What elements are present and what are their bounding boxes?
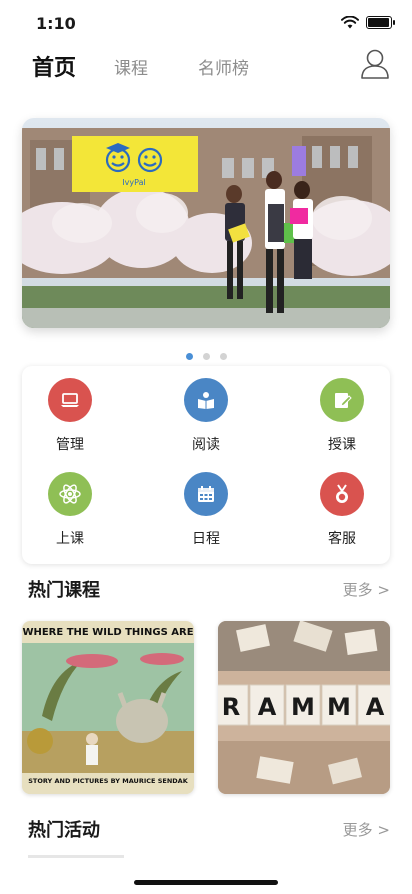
tile-letter-5: A <box>366 693 385 721</box>
hot-courses-title: 热门课程 <box>28 580 100 601</box>
hot-activities-more-link[interactable]: 更多 > <box>343 819 390 840</box>
function-grid: 管理 阅读 授课 上课 日程 客服 <box>22 366 390 564</box>
battery-icon <box>366 16 395 29</box>
function-class[interactable]: 上课 <box>22 472 118 548</box>
hot-activities-title: 热门活动 <box>28 820 100 841</box>
course-card-grammar[interactable]: R A M M A <box>218 621 390 794</box>
tile-letter-4: M <box>327 693 351 721</box>
function-reading[interactable]: 阅读 <box>158 378 254 454</box>
course-cover-grammar: R A M M A <box>218 621 390 794</box>
tile-letter-2: A <box>258 693 277 721</box>
wifi-icon <box>341 16 359 29</box>
banner-logo-text: IvyPal <box>122 178 145 187</box>
top-nav: 首页 课程 名师榜 <box>0 46 412 90</box>
hot-activities-header: 热门活动 更多 > <box>28 816 390 842</box>
course-cover-title: WHERE THE WILD THINGS ARE <box>22 627 193 638</box>
tab-home[interactable]: 首页 <box>32 50 76 82</box>
course-card-wild-things[interactable]: WHERE THE WILD THINGS ARE STORY AND PICT… <box>22 621 194 794</box>
banner-image: IvyPal <box>22 118 390 328</box>
carousel-dot-3[interactable] <box>219 353 227 360</box>
hot-courses-more-link[interactable]: 更多 > <box>343 579 390 600</box>
carousel-dots <box>0 353 412 360</box>
medal-icon <box>320 472 364 516</box>
edit-note-icon <box>320 378 364 422</box>
carousel-dot-1[interactable] <box>185 353 193 360</box>
course-cover-author: STORY AND PICTURES BY MAURICE SENDAK <box>28 777 188 785</box>
function-support[interactable]: 客服 <box>294 472 390 548</box>
tile-letter-1: R <box>222 693 240 721</box>
atom-icon <box>48 472 92 516</box>
tile-letter-3: M <box>291 693 315 721</box>
activity-card-peek <box>28 855 124 858</box>
carousel-dot-2[interactable] <box>202 353 210 360</box>
tab-courses[interactable]: 课程 <box>114 54 148 79</box>
reader-icon <box>184 378 228 422</box>
user-icon[interactable] <box>360 48 390 80</box>
hot-courses-header: 热门课程 更多 > <box>28 576 390 602</box>
status-time: 1:10 <box>36 14 76 33</box>
function-manage[interactable]: 管理 <box>22 378 118 454</box>
laptop-icon <box>48 378 92 422</box>
function-teaching[interactable]: 授课 <box>294 378 390 454</box>
calendar-icon <box>184 472 228 516</box>
course-cover-wild-things: WHERE THE WILD THINGS ARE STORY AND PICT… <box>22 621 194 794</box>
banner-carousel[interactable]: IvyPal <box>22 118 390 328</box>
tab-teachers[interactable]: 名师榜 <box>198 54 249 79</box>
home-indicator <box>134 880 278 885</box>
status-bar: 1:10 <box>0 0 412 46</box>
function-schedule[interactable]: 日程 <box>158 472 254 548</box>
